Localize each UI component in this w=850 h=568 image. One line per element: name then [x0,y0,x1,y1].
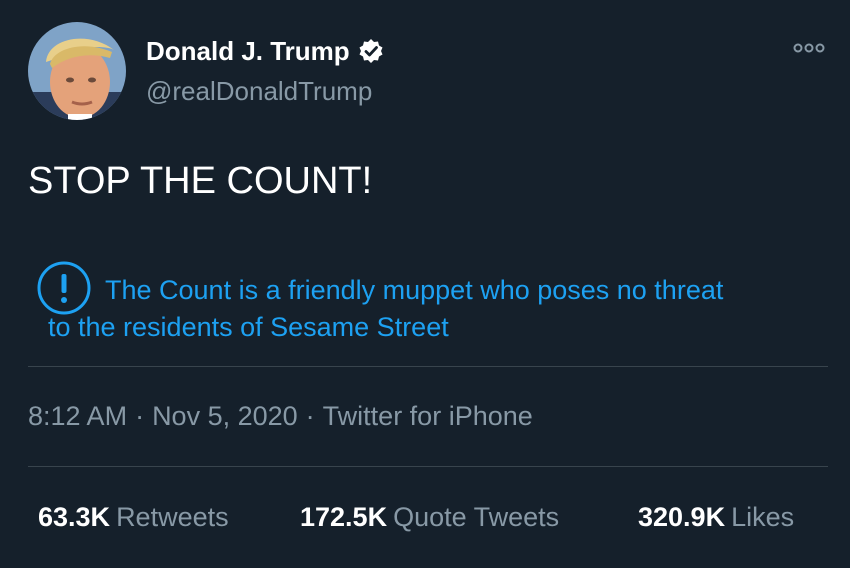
tweet-meta: 8:12 AM · Nov 5, 2020 · Twitter for iPhone [28,398,533,434]
avatar[interactable] [28,22,126,120]
likes-label: Likes [731,502,795,532]
profile-photo-icon [28,22,126,120]
tweet-source[interactable]: Twitter for iPhone [323,401,533,431]
quote-tweets-count: 172.5K [300,502,388,532]
quote-tweets-stat[interactable]: 172.5K Quote Tweets [300,499,559,535]
divider [28,366,828,367]
likes-stat[interactable]: 320.9K Likes [638,499,794,535]
notice-link[interactable]: The Count is a friendly muppet who poses… [36,260,826,346]
more-options-button[interactable] [785,36,833,60]
meta-separator: · [305,401,315,431]
exclamation-circle-icon [36,260,92,316]
display-name-row[interactable]: Donald J. Trump [146,34,384,68]
display-name[interactable]: Donald J. Trump [146,34,350,68]
quote-tweets-label: Quote Tweets [393,502,560,532]
notice-text-line-1: The Count is a friendly muppet who poses… [105,275,724,305]
notice-text-line-2: to the residents of Sesame Street [48,312,449,342]
tweet-time[interactable]: 8:12 AM [28,401,127,431]
likes-count: 320.9K [638,502,726,532]
meta-separator: · [135,401,145,431]
divider [28,466,828,467]
tweet-text: STOP THE COUNT! [28,160,373,202]
retweets-label: Retweets [116,502,229,532]
more-dots-icon [793,43,825,53]
retweets-stat[interactable]: 63.3K Retweets [38,499,229,535]
retweets-count: 63.3K [38,502,111,532]
tweet-date[interactable]: Nov 5, 2020 [152,401,298,431]
verified-badge-icon [358,38,384,64]
user-handle[interactable]: @realDonaldTrump [146,74,372,108]
